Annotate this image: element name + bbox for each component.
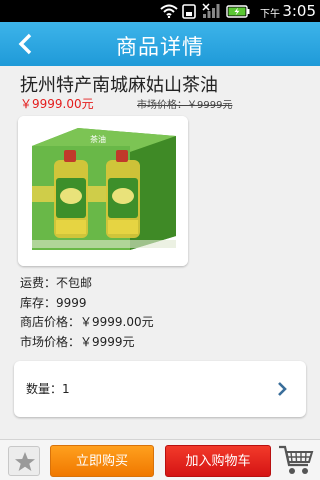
shipping-info: 运费：不包邮 [20, 276, 93, 290]
wifi-icon [160, 4, 178, 18]
favorite-button[interactable] [8, 446, 40, 476]
product-title: 抚州特产南城麻姑山茶油 [20, 75, 218, 96]
app-header: 商品详情 [0, 22, 320, 66]
status-ampm: 下午 [260, 9, 280, 20]
bottom-action-bar: 立即购买 加入购物车 [0, 439, 320, 480]
stock-info: 库存：9999 [20, 295, 87, 310]
shopping-cart-icon [279, 445, 314, 474]
star-icon [15, 452, 35, 471]
product-price: ￥9999.00元 [20, 97, 94, 111]
status-time: 3:05 [282, 2, 316, 20]
product-image: 茶油 [18, 116, 188, 266]
svg-text:茶油: 茶油 [90, 134, 106, 144]
page-title: 商品详情 [116, 35, 204, 59]
chevron-right-icon [278, 382, 287, 396]
status-bar: 下午 3:05 [0, 0, 320, 22]
product-image-card[interactable]: 茶油 [18, 116, 188, 266]
signal-icon [202, 3, 220, 19]
store-price-info: 商店价格：￥9999.00元 [20, 315, 154, 329]
quantity-selector[interactable]: 数量：1 [14, 361, 306, 417]
battery-charging-icon [226, 4, 250, 18]
product-detail-content: 抚州特产南城麻姑山茶油 ￥9999.00元 市场价格：￥9999元 茶油 运费：… [0, 66, 320, 439]
product-info-list: 运费：不包邮 库存：9999 商店价格：￥9999.00元 市场价格：￥9999… [20, 274, 154, 352]
status-icons [160, 3, 250, 19]
market-price-info: 市场价格：￥9999元 [20, 334, 135, 349]
buy-now-button[interactable]: 立即购买 [50, 445, 154, 477]
market-price-strikethrough: 市场价格：￥9999元 [137, 100, 233, 111]
quantity-label: 数量：1 [26, 382, 70, 396]
shopping-cart-button[interactable] [278, 443, 314, 477]
sim-icon [182, 3, 196, 19]
add-to-cart-button[interactable]: 加入购物车 [165, 445, 271, 477]
